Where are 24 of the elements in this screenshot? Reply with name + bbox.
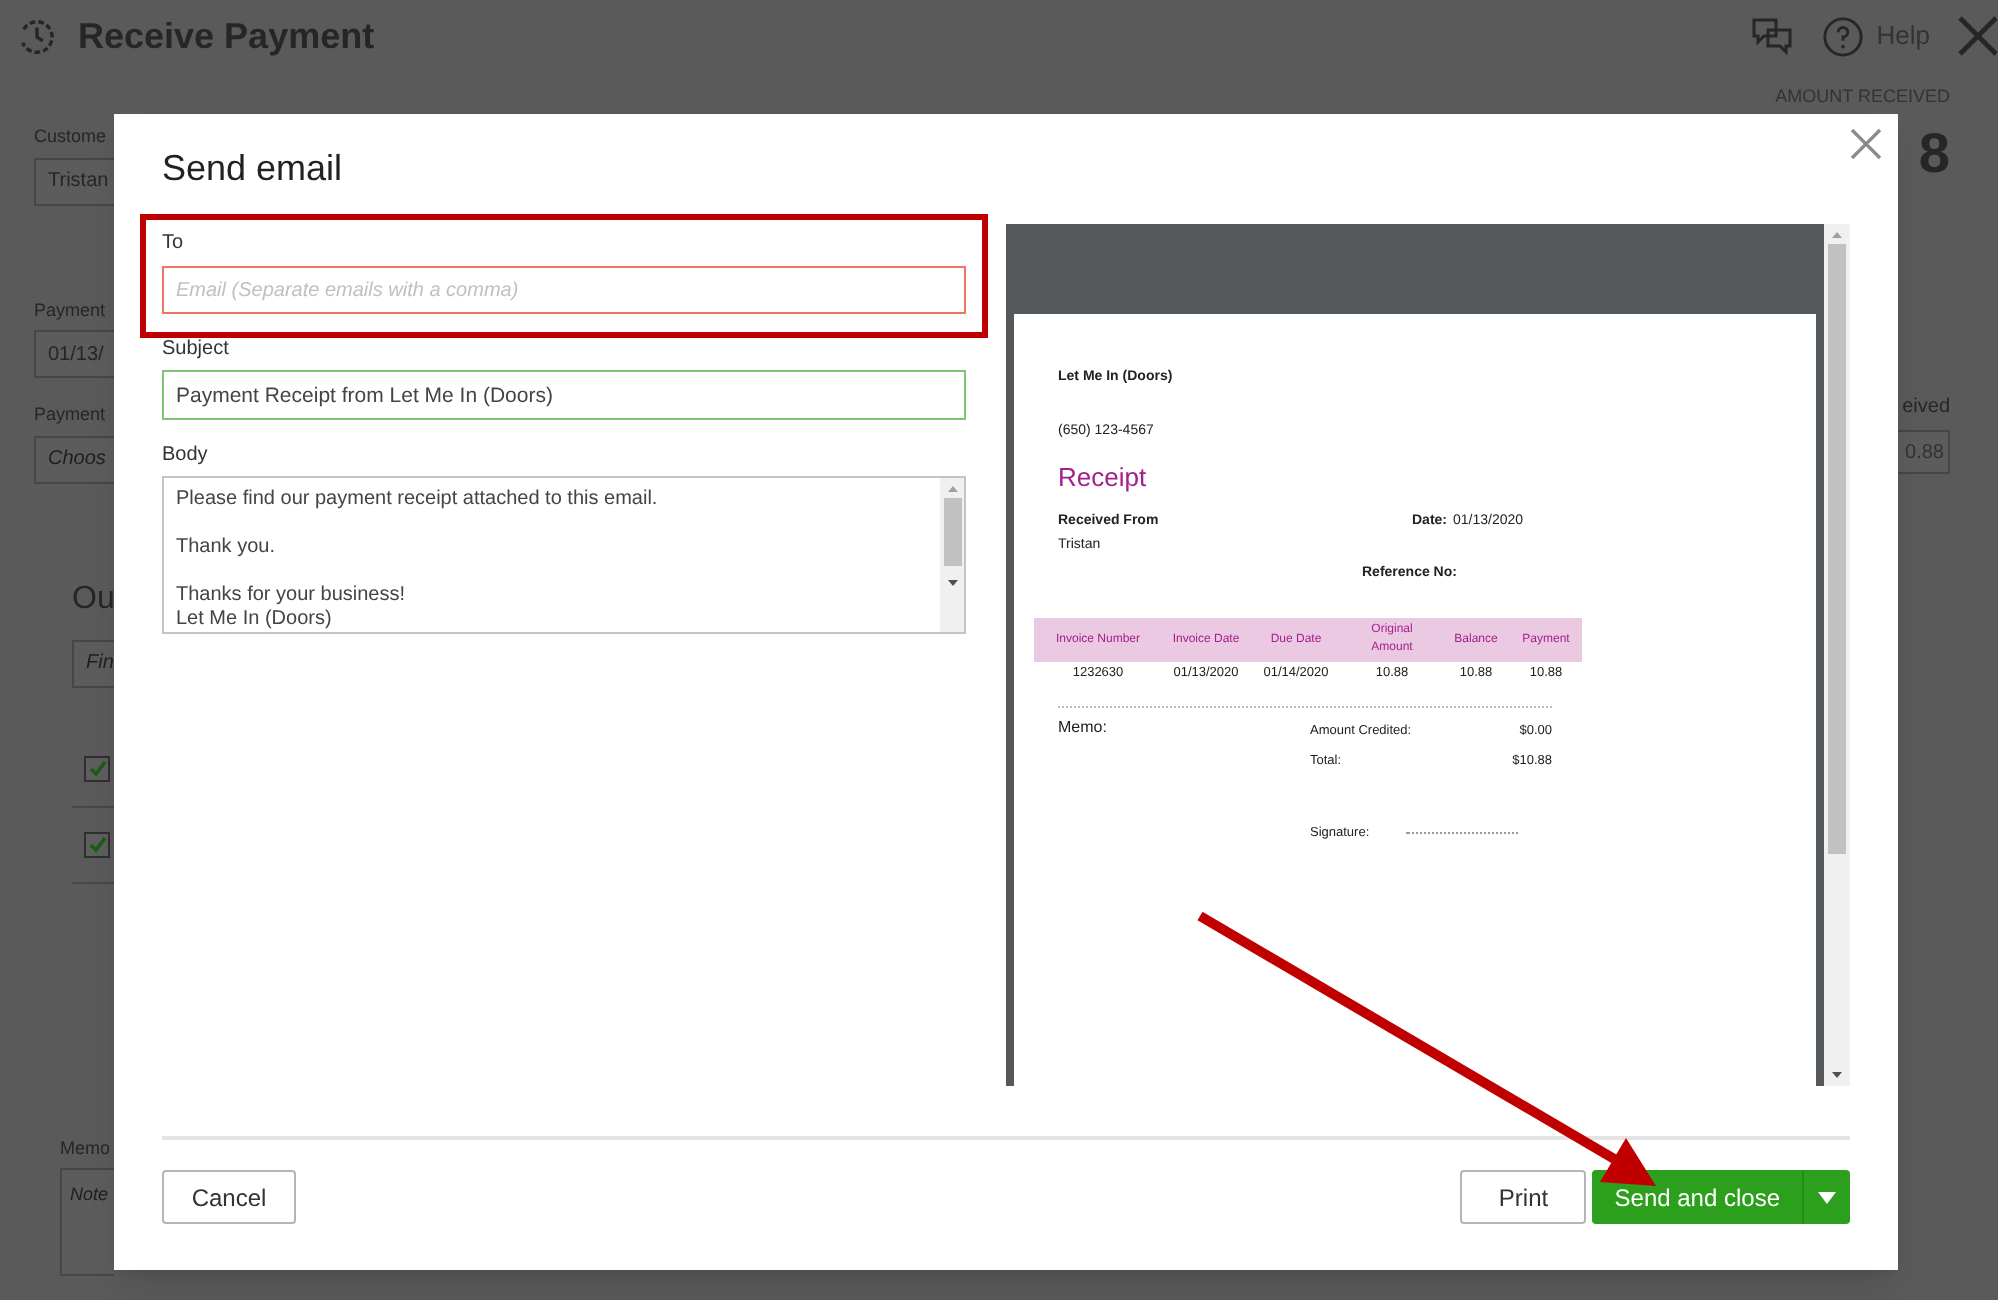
print-button[interactable]: Print [1460, 1170, 1587, 1224]
input-field[interactable]: Choos [34, 435, 114, 483]
help-icon[interactable] [1822, 15, 1865, 57]
subject-field[interactable]: Payment Receipt from Let Me In (Doors) [162, 370, 966, 420]
signature-line [1405, 831, 1518, 834]
checkbox[interactable] [84, 755, 110, 781]
memo-field[interactable]: Note [60, 1168, 114, 1276]
to-field[interactable]: Email (Separate emails with a comma) [162, 266, 966, 314]
chat-icon[interactable] [1750, 16, 1795, 56]
scrollbar[interactable] [940, 478, 964, 632]
to-label: To [162, 232, 186, 256]
cancel-button[interactable]: Cancel [162, 1170, 296, 1224]
receipt-title: Receipt [1058, 460, 1149, 496]
close-icon[interactable] [1958, 16, 1998, 56]
body-label: Body [162, 444, 210, 468]
dialog-title: Send email [162, 146, 345, 192]
close-button[interactable] [1850, 128, 1882, 160]
input-field[interactable]: Fin [72, 639, 114, 687]
checkbox[interactable] [84, 831, 110, 857]
history-icon [16, 15, 58, 57]
caret-icon [1818, 1191, 1836, 1203]
memo-label: Memo: [1058, 716, 1109, 740]
scrollbar[interactable] [1824, 224, 1850, 1086]
subject-label: Subject [162, 338, 231, 362]
